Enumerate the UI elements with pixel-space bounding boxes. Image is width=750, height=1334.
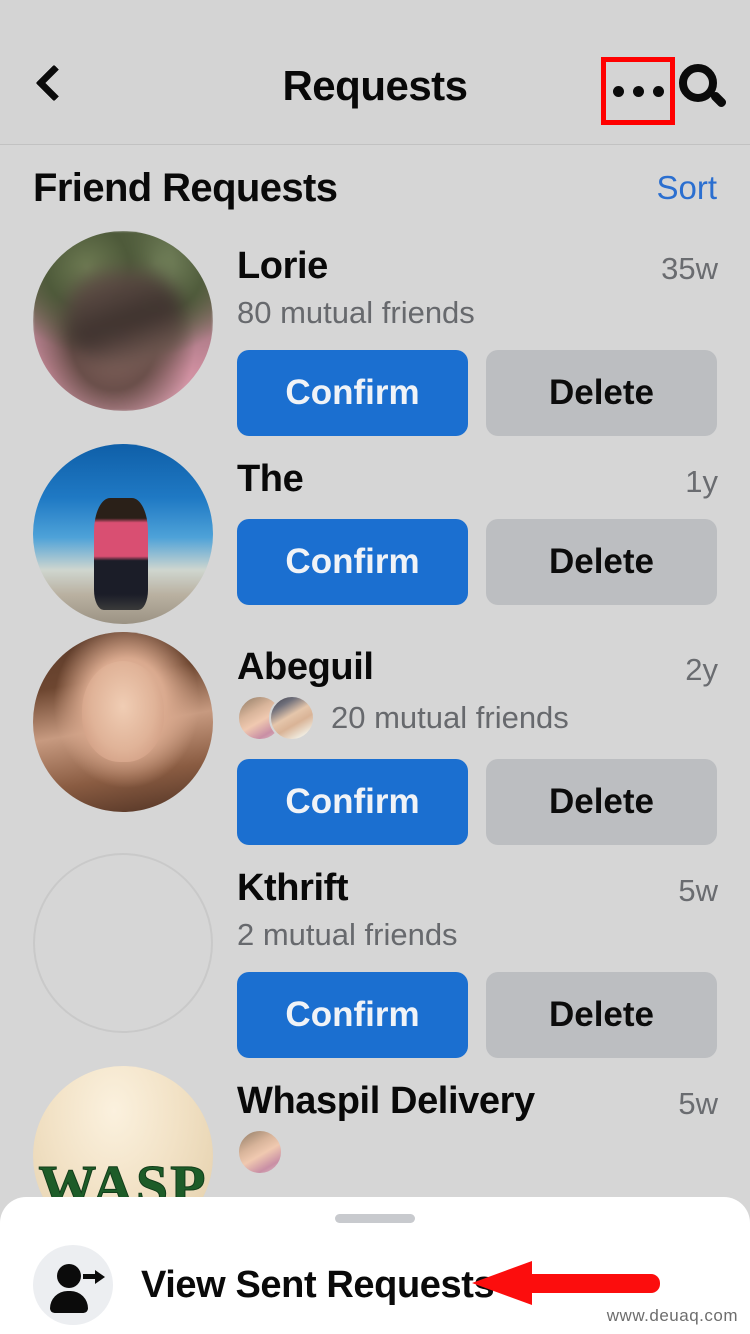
request-timestamp: 35w (661, 251, 718, 286)
arrow-head-shape (95, 1270, 105, 1284)
sheet-drag-handle[interactable] (335, 1214, 415, 1223)
person-head-shape (57, 1264, 81, 1288)
annotation-arrow-head (472, 1261, 532, 1305)
ellipsis-icon (632, 85, 644, 97)
delete-button[interactable]: Delete (486, 759, 717, 845)
request-name[interactable]: The (237, 458, 304, 501)
action-buttons: Confirm Delete (237, 350, 732, 436)
request-timestamp: 2y (685, 652, 718, 687)
confirm-button[interactable]: Confirm (237, 972, 468, 1058)
list-item[interactable]: The 1y Confirm Delete (0, 444, 750, 624)
mutual-friends-line: 2 mutual friends (237, 916, 732, 954)
confirm-button[interactable]: Confirm (237, 759, 468, 845)
request-name[interactable]: Kthrift (237, 867, 349, 910)
request-body: Abeguil 2y 20 mutual friends Confirm Del… (213, 632, 732, 845)
request-name[interactable]: Lorie (237, 245, 328, 288)
search-button[interactable] (677, 62, 731, 122)
request-name-line: Whaspil Delivery 5w (237, 1080, 732, 1123)
request-body: Lorie 35w 80 mutual friends Confirm Dele… (213, 231, 732, 436)
ellipsis-icon (612, 85, 624, 97)
annotation-arrow-shaft (529, 1274, 660, 1293)
request-body: The 1y Confirm Delete (213, 444, 732, 624)
list-item[interactable]: Abeguil 2y 20 mutual friends Confirm Del… (0, 632, 750, 845)
avatar-image (33, 632, 213, 812)
avatar-image (33, 231, 213, 411)
action-buttons: Confirm Delete (237, 759, 732, 845)
friend-request-list: Lorie 35w 80 mutual friends Confirm Dele… (0, 231, 750, 1246)
avatar[interactable] (33, 444, 213, 624)
mutual-friends-text: 2 mutual friends (237, 917, 458, 952)
mutual-friends-line (237, 1129, 732, 1175)
request-timestamp: 5w (678, 1086, 718, 1121)
request-name-line: Lorie 35w (237, 245, 732, 288)
app-screen: Requests Friend Requests Sort Lorie 35w (0, 0, 750, 1334)
annotation-arrow-icon (472, 1261, 660, 1305)
delete-button[interactable]: Delete (486, 972, 717, 1058)
action-buttons: Confirm Delete (237, 972, 732, 1058)
request-body: Kthrift 5w 2 mutual friends Confirm Dele… (213, 853, 732, 1058)
search-icon-handle (709, 90, 728, 109)
mutual-friend-avatars (237, 695, 315, 741)
more-options-button[interactable] (601, 57, 675, 125)
top-navigation-bar: Requests (0, 0, 750, 145)
person-arrow-right-icon (33, 1245, 113, 1325)
list-item[interactable]: Lorie 35w 80 mutual friends Confirm Dele… (0, 231, 750, 436)
mutual-friends-text: 20 mutual friends (331, 700, 569, 735)
avatar-image (33, 444, 213, 624)
request-name-line: Abeguil 2y (237, 646, 732, 689)
avatar[interactable] (33, 632, 213, 812)
section-title: Friend Requests (33, 165, 338, 210)
ellipsis-icon (652, 85, 664, 97)
request-name[interactable]: Abeguil (237, 646, 374, 689)
mutual-friend-avatar (269, 695, 315, 741)
avatar[interactable] (33, 231, 213, 411)
request-name-line: Kthrift 5w (237, 867, 732, 910)
mutual-friends-line: 80 mutual friends (237, 294, 732, 332)
mutual-friend-avatar (237, 1129, 283, 1175)
avatar[interactable] (33, 853, 213, 1033)
action-buttons: Confirm Delete (237, 519, 732, 605)
confirm-button[interactable]: Confirm (237, 519, 468, 605)
avatar-placeholder (35, 855, 211, 1031)
mutual-friends-text: 80 mutual friends (237, 295, 475, 330)
mutual-friend-avatars (237, 1129, 283, 1175)
friend-requests-header: Friend Requests Sort (0, 145, 750, 231)
delete-button[interactable]: Delete (486, 350, 717, 436)
request-name-line: The 1y (237, 458, 732, 501)
request-name[interactable]: Whaspil Delivery (237, 1080, 535, 1123)
watermark: www.deuaq.com (606, 1306, 738, 1325)
view-sent-requests-label: View Sent Requests (141, 1263, 495, 1306)
request-timestamp: 5w (678, 873, 718, 908)
mutual-friends-line: 20 mutual friends (237, 695, 732, 741)
request-timestamp: 1y (685, 464, 718, 499)
confirm-button[interactable]: Confirm (237, 350, 468, 436)
person-body-shape (50, 1291, 88, 1313)
sort-button[interactable]: Sort (656, 169, 717, 207)
list-item[interactable]: Kthrift 5w 2 mutual friends Confirm Dele… (0, 853, 750, 1058)
delete-button[interactable]: Delete (486, 519, 717, 605)
